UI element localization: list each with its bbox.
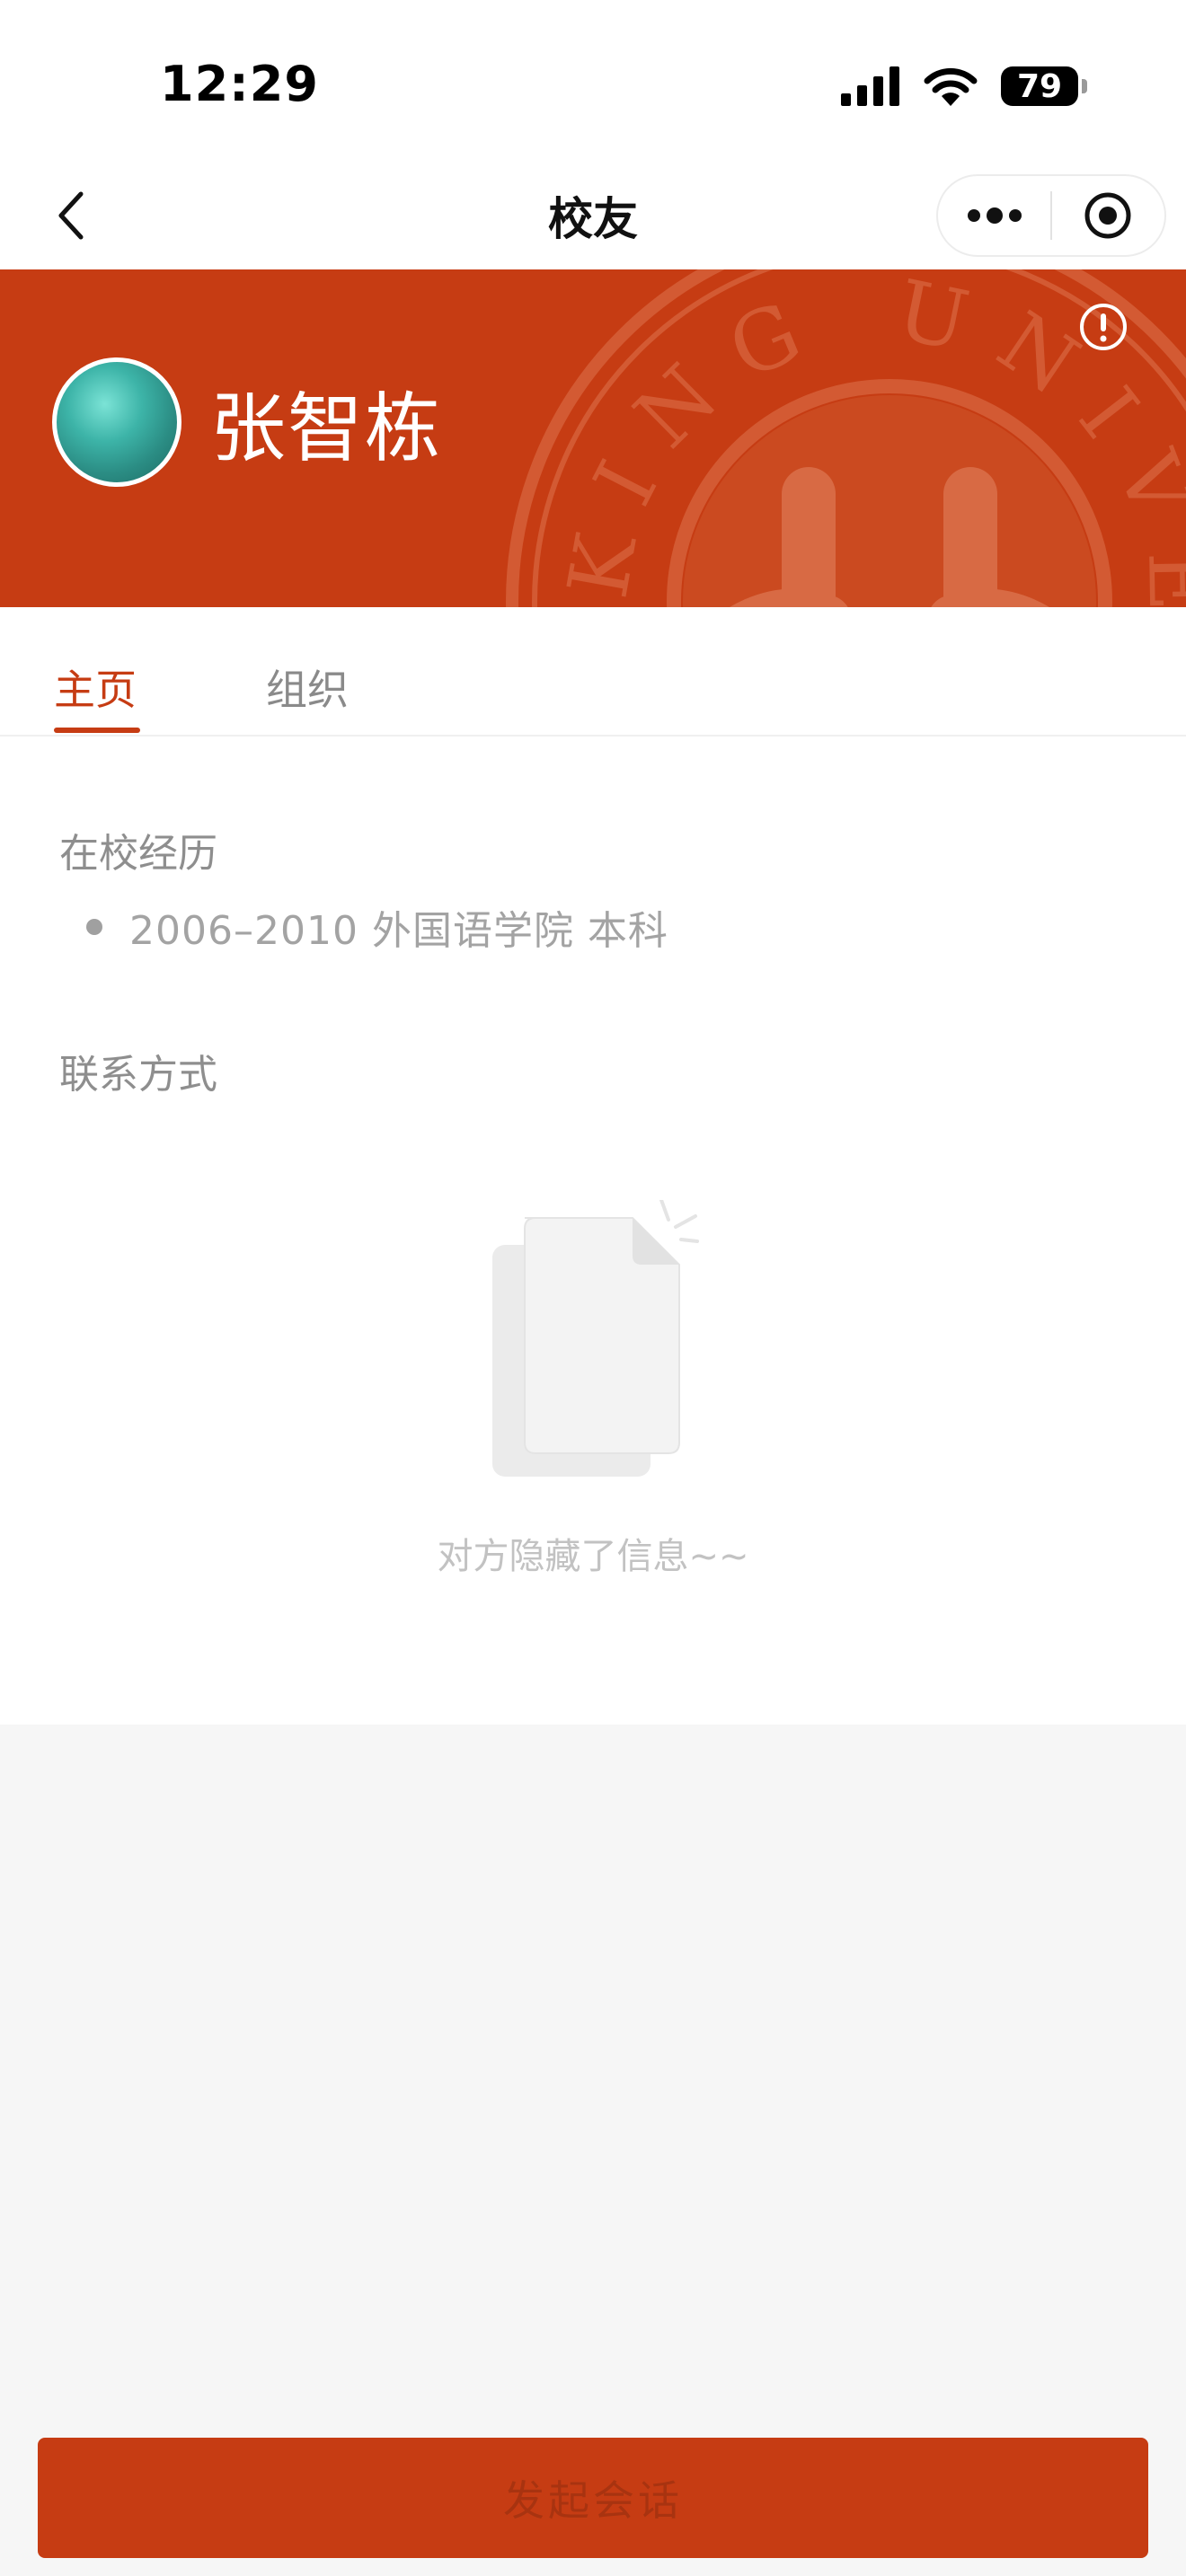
status-bar: 12:29 79 (0, 0, 1186, 162)
avatar[interactable] (52, 357, 181, 487)
tab-home[interactable]: 主页 (54, 657, 137, 717)
education-entry: 2006–2010 外国语学院 本科 (129, 908, 668, 954)
battery-tip (1082, 79, 1087, 93)
profile-header: KING UNIVERS 张智栋 (0, 269, 1186, 607)
status-time: 12:29 (160, 56, 319, 112)
wifi-icon (924, 67, 978, 106)
active-tab-indicator (54, 728, 140, 733)
profile-name: 张智栋 (210, 384, 443, 472)
cellular-signal-icon (841, 66, 899, 106)
nav-bar: 校友 (0, 162, 1186, 269)
empty-state-text: 对方隐藏了信息~~ (437, 1536, 749, 1577)
status-icons: 79 (841, 59, 1087, 113)
education-section-title: 在校经历 (59, 831, 217, 877)
tab-bar: 主页 组织 (0, 607, 1186, 737)
page: 12:29 79 校友 KING UNI 张智栋 主页 组织 在校经历 2006… (0, 0, 1186, 2576)
profile-content: 主页 组织 在校经历 2006–2010 外国语学院 本科 联系方式 对方隐藏了… (0, 607, 1186, 1725)
start-chat-button[interactable]: 发起会话 (38, 2438, 1148, 2558)
battery-icon: 79 (1001, 66, 1087, 106)
battery-level: 79 (1016, 67, 1063, 105)
more-dots-icon (967, 207, 1022, 224)
list-item: 2006–2010 外国语学院 本科 (86, 898, 668, 956)
tab-organization[interactable]: 组织 (266, 657, 349, 717)
start-chat-label: 发起会话 (503, 2476, 683, 2525)
empty-document-icon (492, 1200, 699, 1477)
exclamation-circle-icon[interactable] (1078, 302, 1128, 352)
more-button[interactable] (938, 176, 1050, 255)
contact-section-title: 联系方式 (59, 1052, 217, 1098)
close-target-icon (1084, 192, 1131, 239)
bullet-icon (86, 919, 102, 935)
mini-program-capsule (936, 174, 1166, 257)
close-mini-program-button[interactable] (1052, 176, 1164, 255)
